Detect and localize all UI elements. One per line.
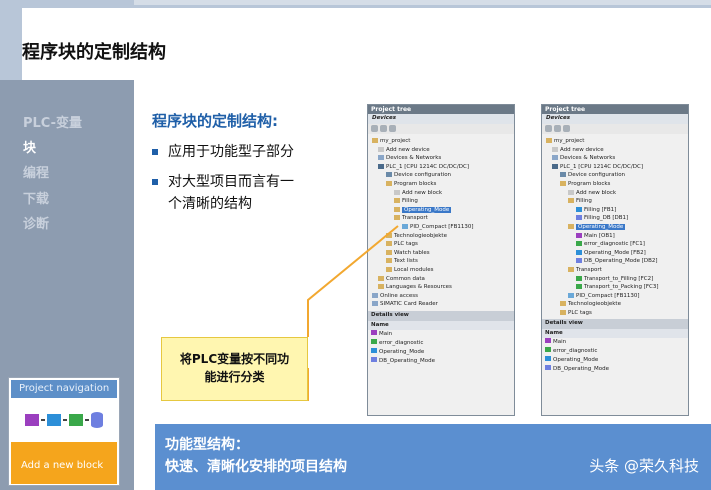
callout-leader-line bbox=[307, 225, 399, 337]
bottom-summary-band: 功能型结构： 快速、清晰化安排的项目结构 头条 @荣久科技 bbox=[155, 424, 711, 490]
watermark-text: 头条 @荣久科技 bbox=[589, 457, 699, 475]
callout-line-1: 将PLC变量按不同功 bbox=[179, 352, 290, 366]
callout-line-2: 能进行分类 bbox=[204, 370, 265, 384]
bottom-subtitle: 快速、清晰化安排的项目结构 bbox=[165, 459, 347, 475]
callout-box: 将PLC变量按不同功 能进行分类 bbox=[161, 337, 308, 401]
bottom-title: 功能型结构： bbox=[165, 437, 249, 453]
callout-connector bbox=[307, 225, 399, 401]
